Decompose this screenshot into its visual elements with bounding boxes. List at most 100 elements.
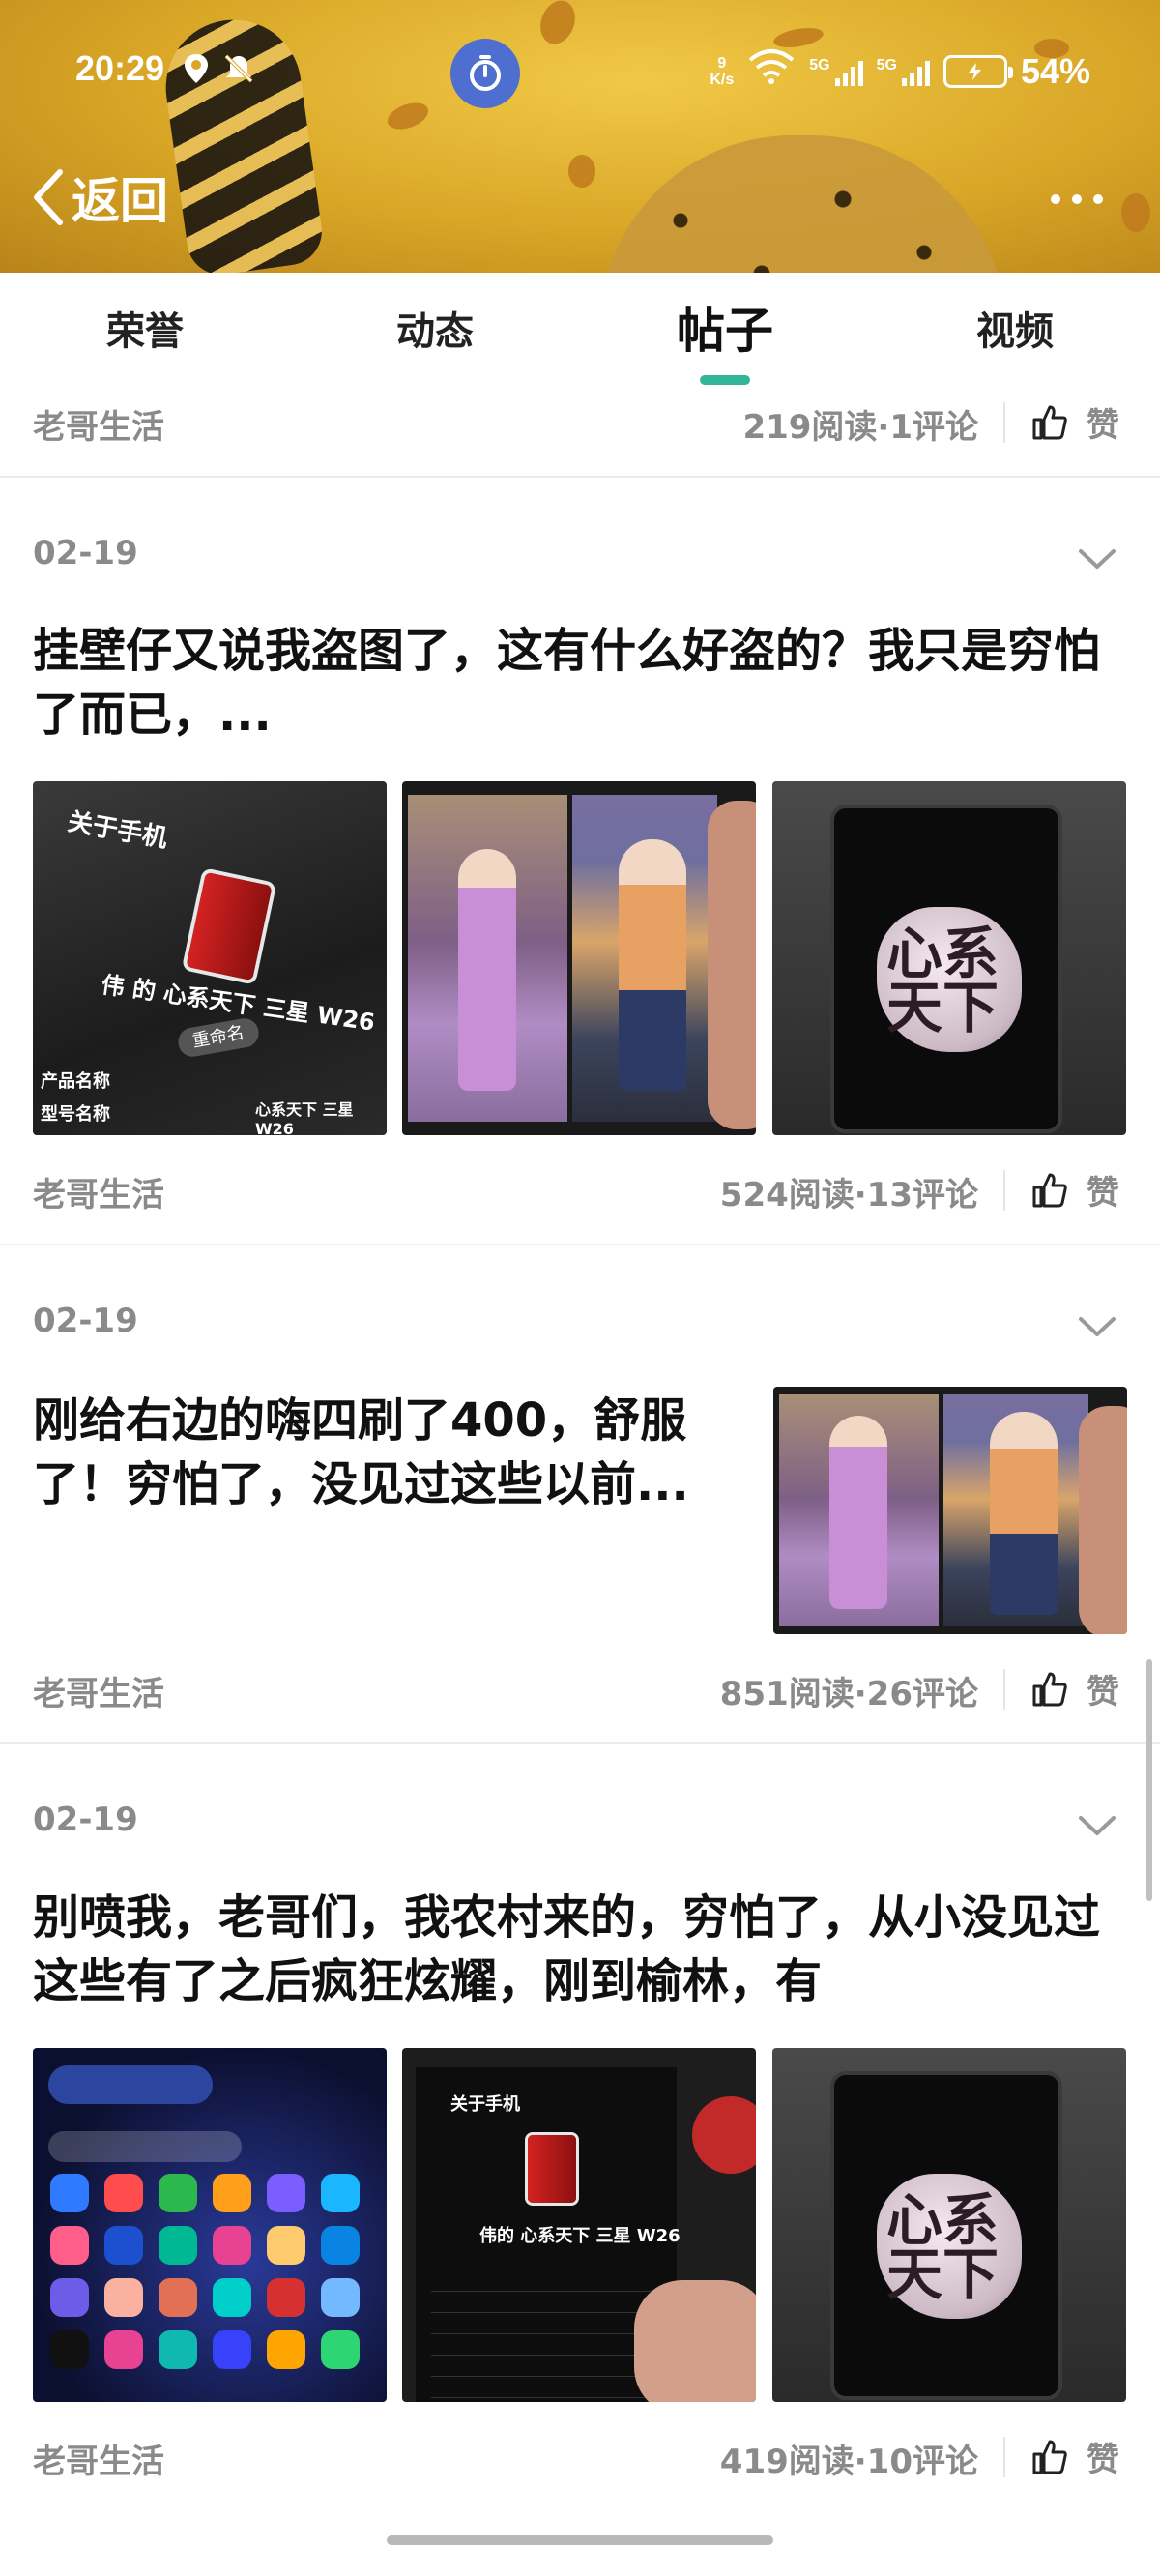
- banner-coin: [1121, 193, 1150, 232]
- status-time: 20:29: [75, 48, 165, 88]
- image-caption: 产品名称: [41, 1071, 110, 1092]
- divider: [1003, 2437, 1005, 2477]
- like-button[interactable]: 赞: [1030, 2433, 1119, 2480]
- image-caption: 伟的 心系天下 三星 W26: [479, 2226, 681, 2246]
- scrollbar[interactable]: [1146, 1659, 1152, 1901]
- post-author[interactable]: 老哥生活: [33, 2435, 164, 2482]
- network-speed: 9 K/s: [710, 55, 734, 88]
- like-button[interactable]: 赞: [1030, 1665, 1119, 1712]
- battery-icon: [942, 54, 1013, 88]
- header-banner: 20:29 9 K/s 5G 5G 54% 返回: [0, 0, 1160, 273]
- post-stats: 219阅读·1评论: [742, 408, 978, 447]
- calligraphy-text: 心系天下: [886, 2187, 1000, 2307]
- post-stats: 419阅读·10评论: [719, 2443, 978, 2481]
- hand-art: [1079, 1406, 1127, 1634]
- post-date: 02-19: [33, 1800, 138, 1839]
- location-icon: [182, 52, 211, 93]
- tab-bar: 荣誉 动态 帖子 视频: [0, 273, 1160, 389]
- chevron-down-icon[interactable]: [1077, 1814, 1117, 1837]
- post-image[interactable]: [402, 781, 756, 1135]
- livestream-figure-art: [990, 1412, 1058, 1615]
- tab-honor[interactable]: 荣誉: [48, 300, 242, 356]
- post-date: 02-19: [33, 1302, 138, 1340]
- post-image[interactable]: 关于手机 伟 的 心系天下 三星 W26 重命名 产品名称 型号名称 心系天下 …: [33, 781, 387, 1135]
- red-object-art: [692, 2096, 756, 2174]
- thumbs-up-icon: [1032, 405, 1067, 439]
- signal-strength-icon: 5G: [877, 57, 930, 86]
- signal-strength-icon: 5G: [809, 56, 863, 86]
- image-caption: 关于手机: [65, 807, 170, 854]
- status-icons-left: [182, 52, 255, 93]
- post-image[interactable]: 关于手机 伟的 心系天下 三星 W26: [402, 2048, 756, 2402]
- phone-device-art: [528, 2135, 576, 2203]
- post-title[interactable]: 刚给右边的嗨四刷了400，舒服了！穷怕了，没见过这些以前...: [33, 1389, 748, 1516]
- banner-coin: [568, 155, 595, 188]
- livestream-figure-art: [458, 849, 516, 1091]
- post-footer: 老哥生活 851阅读·26评论 赞: [0, 1655, 1160, 1723]
- more-dots-icon[interactable]: [1048, 174, 1106, 219]
- post-title[interactable]: 挂壁仔又说我盗图了，这有什么好盗的？我只是穷怕了而已，...: [33, 619, 1135, 746]
- search-bar-art: [48, 2131, 242, 2162]
- hand-art: [708, 801, 756, 1129]
- tab-active-indicator: [700, 375, 750, 385]
- back-button[interactable]: 返回: [29, 162, 168, 232]
- network-speed-value: 9: [717, 54, 727, 72]
- signal-label: 5G: [876, 56, 897, 73]
- calligraphy-text: 心系天下: [886, 921, 1000, 1040]
- like-button[interactable]: 赞: [1030, 1166, 1119, 1214]
- post-footer: 老哥生活 524阅读·13评论 赞: [0, 1156, 1160, 1224]
- post-date: 02-19: [33, 534, 138, 572]
- status-bar: 20:29 9 K/s 5G 5G 54%: [0, 39, 1160, 108]
- banner-leopard-art: [599, 135, 1005, 273]
- like-label: 赞: [1087, 406, 1119, 445]
- post-image[interactable]: 心系天下: [772, 2048, 1126, 2402]
- thumbs-up-icon: [1032, 1672, 1067, 1706]
- thumbs-up-icon: [1032, 1173, 1067, 1207]
- status-icons-right: 9 K/s 5G 5G 54%: [710, 48, 1090, 94]
- clock-widget-art: [48, 2065, 213, 2104]
- mute-bell-icon: [222, 52, 255, 93]
- post-footer: 老哥生活 219阅读·1评论 赞: [0, 389, 1160, 456]
- chevron-down-icon[interactable]: [1077, 547, 1117, 571]
- post-author[interactable]: 老哥生活: [33, 1667, 164, 1714]
- chevron-left-icon: [34, 169, 63, 225]
- network-speed-unit: K/s: [710, 71, 735, 88]
- hand-art: [634, 2280, 756, 2402]
- image-caption: 型号名称: [41, 1104, 110, 1125]
- battery-level: 54%: [1020, 50, 1090, 91]
- tab-videos[interactable]: 视频: [918, 300, 1112, 356]
- divider: [1003, 1170, 1005, 1211]
- post-stats: 851阅读·26评论: [719, 1675, 978, 1713]
- post-divider: [0, 1244, 1160, 1245]
- image-caption: 心系天下 三星 W26: [255, 1100, 354, 1135]
- image-caption: 关于手机: [450, 2094, 520, 2115]
- thumbs-up-icon: [1032, 2440, 1067, 2474]
- like-label: 赞: [1087, 1673, 1119, 1712]
- chevron-down-icon[interactable]: [1077, 1315, 1117, 1338]
- post-divider: [0, 476, 1160, 478]
- post-author[interactable]: 老哥生活: [33, 400, 164, 448]
- post-image[interactable]: [33, 2048, 387, 2402]
- like-button[interactable]: 赞: [1030, 398, 1119, 446]
- back-label: 返回: [72, 173, 168, 229]
- signal-label: 5G: [809, 56, 830, 73]
- info-rows-art: [431, 2270, 663, 2398]
- wifi-icon: [747, 48, 796, 94]
- post-footer: 老哥生活 419阅读·10评论 赞: [0, 2423, 1160, 2491]
- like-label: 赞: [1087, 1174, 1119, 1213]
- app-grid-art: [50, 2174, 360, 2369]
- livestream-figure-art: [829, 1416, 887, 1609]
- phone-device-art: [186, 871, 273, 981]
- post-image[interactable]: [773, 1387, 1127, 1634]
- post-title[interactable]: 别喷我，老哥们，我农村来的，穷怕了，从小没见过这些有了之后疯狂炫耀，刚到榆林，有: [33, 1886, 1135, 2013]
- stopwatch-icon[interactable]: [450, 39, 520, 108]
- image-caption: 重命名: [176, 1015, 261, 1060]
- divider: [1003, 1669, 1005, 1710]
- tab-activity[interactable]: 动态: [338, 300, 532, 356]
- post-image[interactable]: 心系天下: [772, 781, 1126, 1135]
- like-label: 赞: [1087, 2441, 1119, 2479]
- tab-posts[interactable]: 帖子: [628, 292, 822, 362]
- post-stats: 524阅读·13评论: [719, 1176, 978, 1215]
- home-indicator[interactable]: [387, 2535, 773, 2545]
- post-author[interactable]: 老哥生活: [33, 1168, 164, 1215]
